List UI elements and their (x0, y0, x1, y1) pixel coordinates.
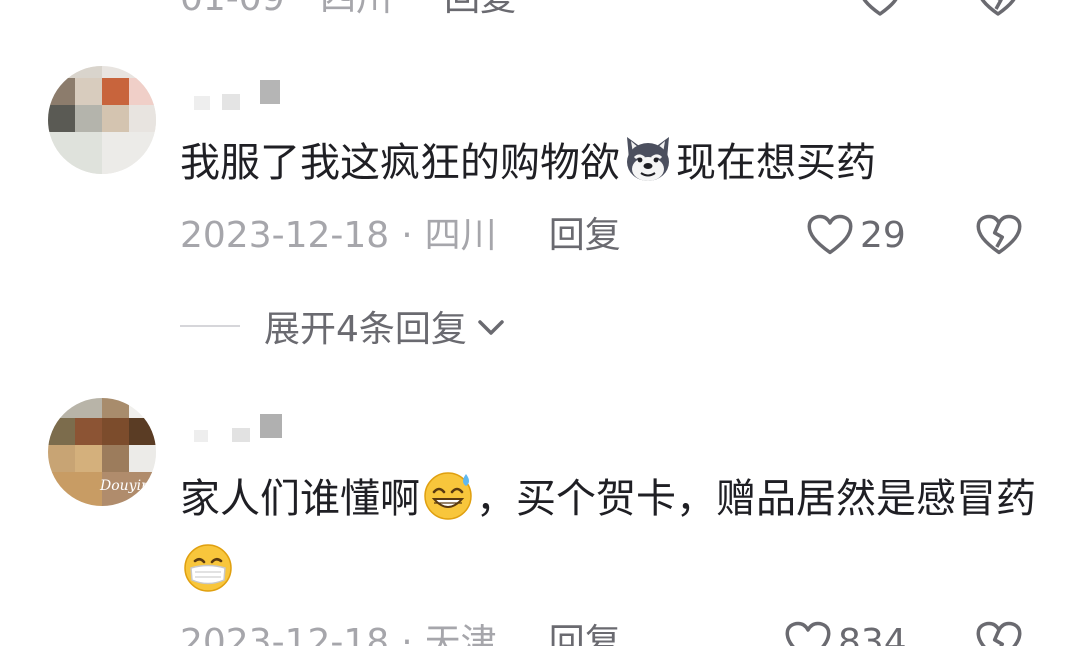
sweat-smile-emoji (422, 469, 474, 521)
comment-meta: 2023-12-18 · 天津 回复 (180, 620, 621, 646)
comment-meta: 2023-12-18 · 四川 回复 (180, 213, 621, 259)
comment-text: 家人们谁懂啊 ，买个贺卡，赠品居然是感冒药 (180, 463, 1040, 607)
reply-button[interactable]: 回复 (444, 0, 516, 22)
comment-location: 四川 (424, 215, 497, 256)
avatar[interactable] (48, 66, 156, 174)
comment-time: 2023-12-18 (180, 215, 390, 256)
dislike-button[interactable] (975, 213, 1023, 257)
broken-heart-icon (975, 213, 1023, 257)
heart-outline-icon (806, 213, 854, 257)
broken-heart-icon (976, 0, 1020, 18)
avatar-watermark: Douyin (99, 478, 150, 494)
reply-button[interactable]: 回复 (549, 213, 621, 259)
meta-separator: · (401, 622, 413, 646)
reply-button[interactable]: 回复 (549, 620, 621, 646)
dislike-button[interactable] (976, 0, 1020, 18)
heart-outline-icon (784, 620, 832, 646)
comment-list: 01-09 · 四川 回复 (0, 0, 1080, 646)
mask-face-emoji (182, 541, 234, 593)
expand-replies-label: 展开4条回复 (264, 309, 467, 350)
username[interactable] (180, 80, 300, 114)
comment-location: 天津 (424, 622, 497, 646)
wolf-face-emoji (622, 133, 674, 185)
like-count: 834 (838, 621, 907, 646)
divider-line (180, 325, 240, 327)
dislike-button[interactable] (975, 620, 1023, 646)
username[interactable] (180, 412, 300, 446)
avatar[interactable]: Douyin (48, 398, 156, 506)
broken-heart-icon (975, 620, 1023, 646)
like-button[interactable]: 29 (806, 213, 906, 257)
like-button[interactable]: 834 (784, 620, 907, 646)
meta-separator: · (297, 0, 308, 22)
like-button[interactable] (858, 0, 902, 18)
comment-time: 2023-12-18 (180, 622, 390, 646)
like-count: 29 (860, 214, 906, 256)
chevron-down-icon (477, 306, 505, 347)
comment-text: 我服了我这疯狂的购物欲 现在想买药 (180, 127, 1040, 199)
heart-outline-icon (858, 0, 902, 18)
comment-meta: 01-09 · 四川 回复 (180, 0, 516, 22)
comment-location: 四川 (320, 0, 392, 22)
meta-separator: · (401, 215, 413, 256)
expand-replies-button[interactable]: 展开4条回复 (180, 300, 505, 352)
comment-time: 01-09 (180, 0, 285, 22)
